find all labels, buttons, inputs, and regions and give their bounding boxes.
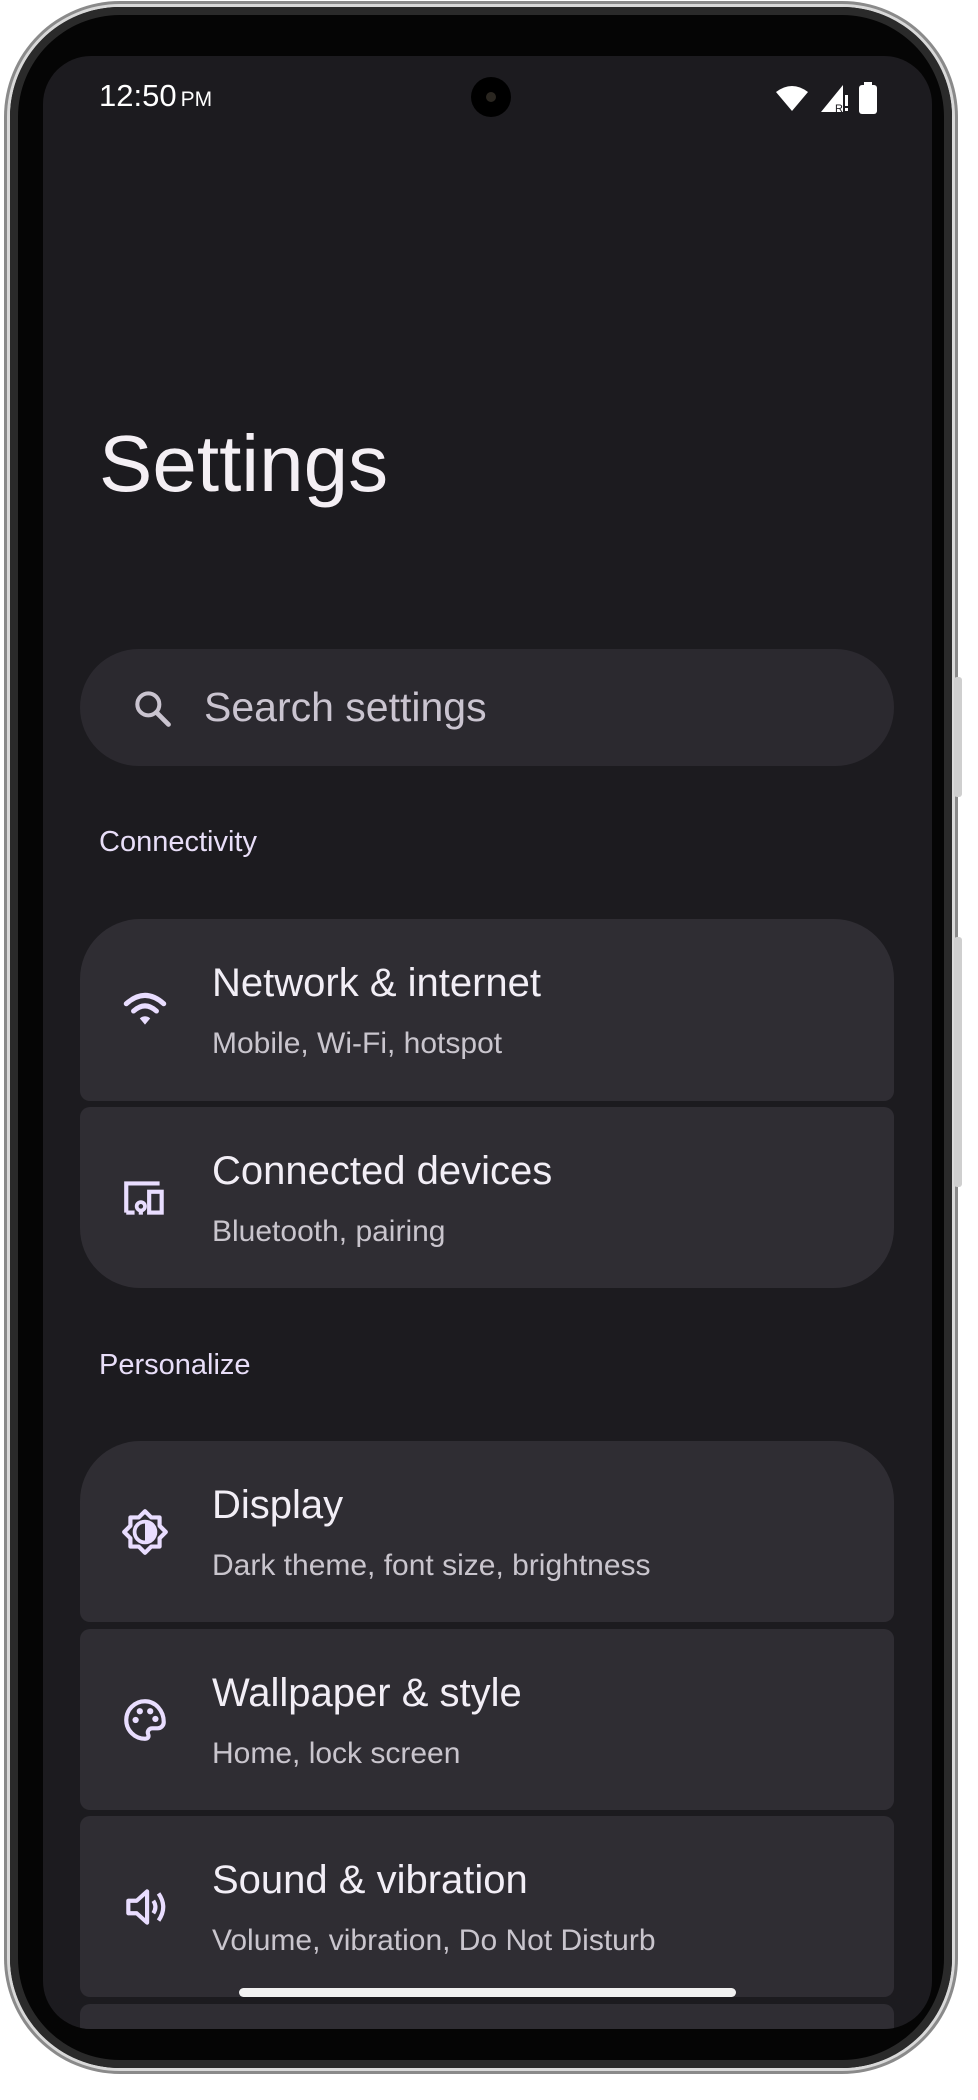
wifi-icon [123, 992, 167, 1025]
signal-roaming-icon: R [821, 85, 848, 113]
item-subtitle: Mobile, Wi-Fi, hotspot [212, 1027, 503, 1060]
item-subtitle: Bluetooth, pairing [212, 1215, 446, 1248]
settings-item-connected-devices[interactable]: Connected devices Bluetooth, pairing [80, 1107, 894, 1288]
page-title: Settings [99, 419, 389, 508]
volume-icon [126, 1888, 166, 1925]
settings-item-next[interactable] [80, 2004, 894, 2029]
item-subtitle: Dark theme, font size, brightness [212, 1549, 651, 1582]
devices-icon [124, 1180, 164, 1215]
status-time: 12:50 PM [99, 78, 212, 114]
item-title: Display [212, 1483, 344, 1527]
item-subtitle: Volume, vibration, Do Not Disturb [212, 1924, 656, 1957]
power-button [954, 677, 962, 797]
item-title: Sound & vibration [212, 1858, 528, 1902]
wifi-icon [776, 86, 808, 111]
battery-icon [859, 82, 877, 114]
palette-icon [124, 1698, 166, 1741]
item-subtitle: Home, lock screen [212, 1737, 461, 1770]
section-personalize: Personalize [99, 1349, 251, 1381]
time-text: 12:50 [99, 78, 177, 113]
item-title: Wallpaper & style [212, 1671, 522, 1715]
home-indicator[interactable] [239, 1988, 736, 1997]
settings-item-wallpaper[interactable]: Wallpaper & style Home, lock screen [80, 1629, 894, 1810]
volume-button [954, 937, 962, 1187]
settings-item-display[interactable]: Display Dark theme, font size, brightnes… [80, 1441, 894, 1622]
settings-item-network[interactable]: Network & internet Mobile, Wi-Fi, hotspo… [80, 919, 894, 1101]
search-bar[interactable]: Search settings [80, 649, 894, 766]
search-icon [135, 690, 171, 727]
screen: 12:50 PM R Settings Search settings Conne… [43, 56, 932, 2029]
svg-text:R: R [835, 103, 843, 113]
item-title: Connected devices [212, 1149, 553, 1193]
front-camera [471, 77, 511, 117]
settings-item-sound[interactable]: Sound & vibration Volume, vibration, Do … [80, 1816, 894, 1997]
item-title: Network & internet [212, 961, 542, 1005]
brightness-icon [122, 1508, 168, 1555]
ampm-text: PM [180, 88, 213, 111]
phone-frame: 12:50 PM R Settings Search settings Conne… [10, 7, 962, 2068]
status-icons: R [775, 82, 877, 114]
section-connectivity: Connectivity [99, 826, 257, 858]
status-bar: 12:50 PM R [43, 56, 932, 146]
search-input[interactable]: Search settings [204, 684, 487, 731]
